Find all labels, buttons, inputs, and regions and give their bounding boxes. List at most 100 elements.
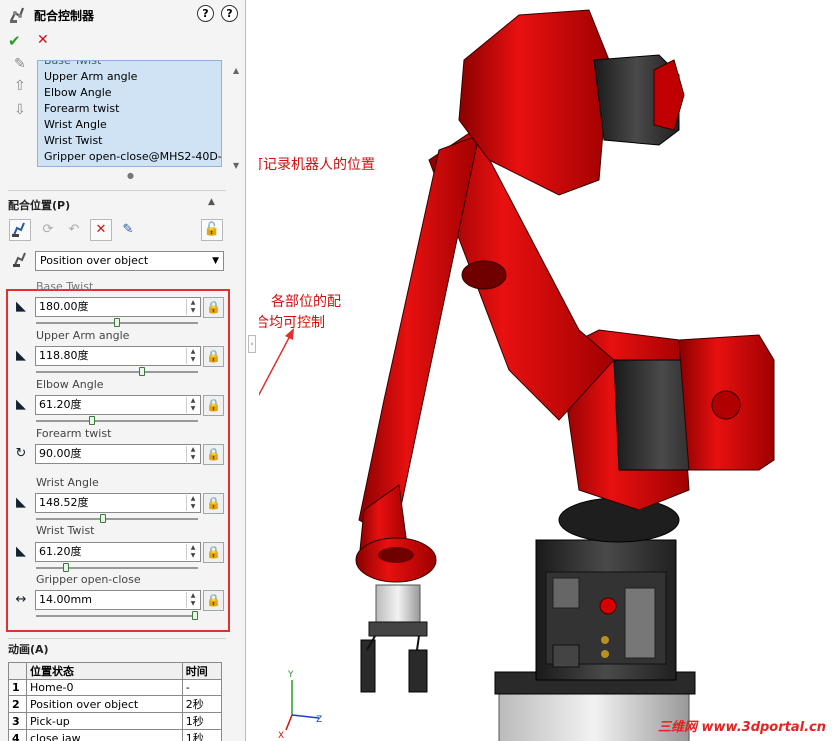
table-row[interactable]: 4 close jaw 1秒 [8,729,223,741]
list-item[interactable]: Forearm twist [38,101,221,117]
help-label-2: ? [226,7,233,20]
splitter-grip-icon[interactable]: ‹ [248,335,256,353]
mate-value-field[interactable]: 148.52度 ▲ ▼ [35,493,201,513]
ok-button[interactable]: ✔ [8,32,21,50]
lock-icon[interactable]: 🔒 [203,444,224,465]
row-time[interactable]: 1秒 [181,729,223,741]
mate-value: 180.00度 [39,300,89,313]
list-item[interactable]: Wrist Twist [38,133,221,149]
edit-button[interactable]: ✎ [117,219,139,241]
mate-label: Wrist Angle [36,476,99,489]
table-row[interactable]: 1 Home-0- [8,679,223,696]
table-row[interactable]: 3 Pick-up 1秒 [8,712,223,730]
position-select[interactable]: Position over object ▼ [35,251,224,271]
table-header-num [8,662,27,680]
distance-mate-icon: ↔ [15,592,27,607]
slider-thumb[interactable] [114,318,120,327]
delete-button[interactable]: ✕ [90,219,112,241]
mate-slider[interactable] [36,318,198,327]
mate-slider[interactable] [36,514,198,523]
slider-thumb[interactable] [63,563,69,572]
row-time[interactable]: 2秒 [181,695,223,713]
mate-label: Forearm twist [36,427,112,440]
list-item[interactable]: Elbow Angle [38,85,221,101]
connector-left [552,577,580,609]
mate-slider[interactable] [36,416,198,425]
mate-value-field[interactable]: 61.20度 ▲ ▼ [35,542,201,562]
detailed-help-button[interactable]: ? [197,5,214,22]
graphics-viewport[interactable]: Y Z X 可记录机器人的位置 各部位的配 合均可控制 三维网 www.3dpo… [259,0,832,741]
help-button[interactable]: ? [221,5,238,22]
row-state[interactable]: Pick-up [26,712,183,730]
spinner-icon[interactable]: ▲ ▼ [186,544,199,560]
gripper-mount [368,621,428,637]
angle-mate-icon: ◣ [16,348,26,363]
lock-icon[interactable]: 🔒 [203,493,224,514]
robot-arm-icon [12,222,25,237]
lock-icon[interactable]: 🔒 [203,395,224,416]
list-item[interactable]: Wrist Angle [38,117,221,133]
mate-slider[interactable] [36,563,198,572]
cancel-button[interactable]: ✕ [37,32,49,48]
mate-value-field[interactable]: 14.00mm ▲ ▼ [35,590,201,610]
angle-mate-icon: ◣ [16,495,26,510]
mate-value: 61.20度 [39,545,82,558]
robot-arm-model[interactable]: Y Z X [259,0,832,741]
record-position-button[interactable] [9,219,31,241]
spinner-icon[interactable]: ▲ ▼ [186,495,199,511]
list-item-partial[interactable]: Base Twist [38,61,221,69]
row-state[interactable]: close jaw [26,729,183,741]
row-state[interactable]: Home-0 [26,679,183,696]
table-row[interactable]: 2 Position over object 2秒 [8,695,223,713]
angle-mate-icon: ◣ [16,397,26,412]
delete-position-icon[interactable]: ✎ [14,56,26,72]
scroll-up-icon[interactable]: ▲ [233,66,239,75]
row-time[interactable]: - [181,679,223,696]
slider-thumb[interactable] [100,514,106,523]
mate-value: 90.00度 [39,447,82,460]
move-down-icon[interactable]: ⇩ [14,102,26,118]
slider-thumb[interactable] [139,367,145,376]
mate-value-field[interactable]: 118.80度 ▲ ▼ [35,346,201,366]
lock-all-button[interactable]: 🔓 [201,219,223,241]
slider-thumb[interactable] [89,416,95,425]
undo-button[interactable]: ↶ [63,219,85,241]
table-header-state: 位置状态 [26,662,183,680]
list-resize-handle[interactable]: ● [127,171,134,180]
table-header-time: 时间 [181,662,223,680]
mate-slider[interactable] [36,367,198,376]
scroll-down-icon[interactable]: ▼ [233,161,239,170]
mate-value-field[interactable]: 90.00度 ▲ ▼ [35,444,201,464]
panel-title: 配合控制器 [34,9,95,23]
mate-controller-icon [10,7,25,23]
divider [8,638,226,639]
property-manager-panel: 配合控制器 ? ? ✔ ✕ ✎ ⇧ ⇩ Base Twist Upper Arm… [0,0,246,741]
lock-icon[interactable]: 🔒 [203,542,224,563]
animation-header[interactable]: 动画(A) [8,641,49,657]
panel-splitter[interactable]: ‹ [247,0,259,741]
mate-positions-header[interactable]: 配合位置(P) [8,197,70,213]
list-item[interactable]: Upper Arm angle [38,69,221,85]
lock-icon[interactable]: 🔒 [203,590,224,611]
spinner-icon[interactable]: ▲ ▼ [186,299,199,315]
collapse-icon[interactable]: ▲ [208,197,215,207]
lock-icon[interactable]: 🔒 [203,346,224,367]
row-state[interactable]: Position over object [26,695,183,713]
spinner-icon[interactable]: ▲ ▼ [186,592,199,608]
slider-thumb[interactable] [192,611,198,620]
positions-list[interactable]: Base Twist Upper Arm angle Elbow Angle F… [37,60,222,167]
spinner-icon[interactable]: ▲ ▼ [186,348,199,364]
spinner-icon[interactable]: ▲ ▼ [186,446,199,462]
update-position-button[interactable]: ⟳ [37,219,59,241]
spinner-icon[interactable]: ▲ ▼ [186,397,199,413]
lock-icon[interactable]: 🔒 [203,297,224,318]
mate-value-field[interactable]: 61.20度 ▲ ▼ [35,395,201,415]
mate-value-field[interactable]: 180.00度 ▲ ▼ [35,297,201,317]
connector-right [624,587,656,659]
list-item[interactable]: Gripper open-close@MHS2-40D-10 [38,149,221,165]
mate-label: Wrist Twist [36,524,95,537]
slider-track [36,371,198,373]
mate-slider[interactable] [36,611,198,620]
move-up-icon[interactable]: ⇧ [14,78,26,94]
row-time[interactable]: 1秒 [181,712,223,730]
